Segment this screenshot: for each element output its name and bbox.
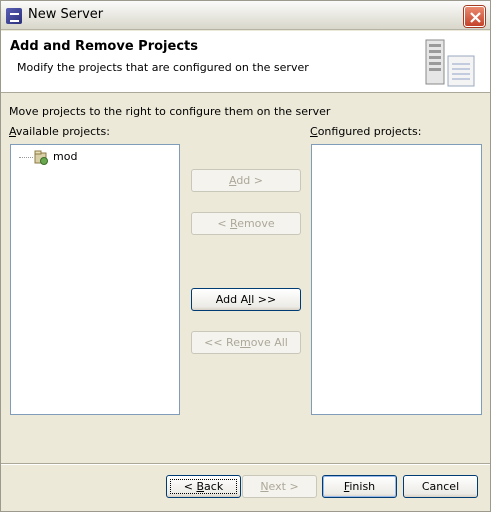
back-button[interactable]: < Back [166,475,241,498]
configured-projects-list[interactable] [311,144,482,415]
page-title: Add and Remove Projects [10,39,198,54]
eclipse-app-icon [6,8,22,24]
add-button[interactable]: Add > [191,169,301,192]
page-description: Modify the projects that are configured … [17,61,309,74]
add-all-button[interactable]: Add All >> [191,288,301,311]
available-projects-label: Available projects: [9,125,110,138]
footer-separator [1,463,490,465]
project-label: mod [53,150,78,163]
server-wizard-icon [425,39,475,87]
list-item[interactable]: mod [19,149,179,165]
remove-all-button[interactable]: << Remove All [191,331,301,354]
window-title: New Server [28,7,104,22]
close-button[interactable] [464,6,485,27]
close-icon [470,12,481,23]
cancel-button[interactable]: Cancel [403,475,478,498]
configured-projects-label: Configured projects: [310,125,422,138]
finish-button[interactable]: Finish [322,475,397,498]
project-icon [34,150,48,165]
instruction-text: Move projects to the right to configure … [9,105,331,118]
available-projects-list[interactable]: mod [10,144,180,415]
wizard-banner: Add and Remove Projects Modify the proje… [1,31,490,93]
new-server-dialog: New Server Add and Remove Projects Modif… [0,0,491,512]
remove-button[interactable]: < Remove [191,212,301,235]
title-bar[interactable]: New Server [1,1,490,30]
next-button[interactable]: Next > [242,475,317,498]
